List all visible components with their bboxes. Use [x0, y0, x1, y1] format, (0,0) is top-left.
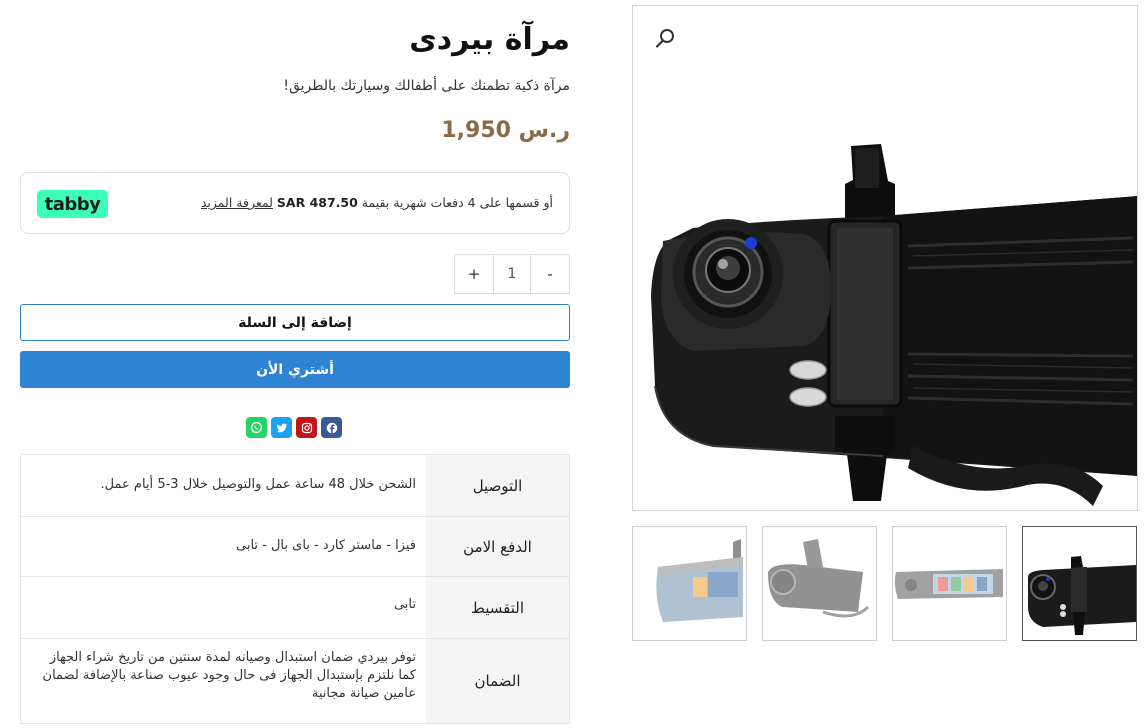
spec-value: تابى: [393, 597, 416, 612]
quantity-stepper: + 1 -: [454, 254, 570, 294]
instagram-share-button[interactable]: [296, 417, 317, 438]
thumbnail-1[interactable]: [632, 526, 747, 641]
main-product-image[interactable]: [632, 5, 1138, 511]
buy-now-button[interactable]: أشتري الأن: [20, 351, 570, 388]
spec-key: التقسيط: [426, 577, 569, 638]
spec-key: الضمان: [426, 639, 569, 723]
twitter-icon: [276, 423, 287, 432]
share-buttons: [246, 417, 342, 439]
quantity-increase-button[interactable]: +: [455, 255, 493, 293]
facebook-icon: [326, 422, 337, 433]
spec-row-installment: التقسيط تابى: [21, 577, 569, 639]
spec-row-warranty: الضمان توفر بيردي ضمان استبدال وصيانه لم…: [21, 639, 569, 723]
thumbnail-image: [894, 569, 1003, 599]
add-to-cart-button[interactable]: إضافة إلى السلة: [20, 304, 570, 341]
product-price: ر.س 1,950: [441, 118, 570, 143]
search-icon: [655, 29, 674, 48]
tabby-installment-box: tabby أو قسمها على 4 دفعات شهرية بقيمة S…: [20, 172, 570, 234]
thumbnail-image: [656, 539, 743, 622]
specs-table: التوصيل الشحن خلال 48 ساعة عمل والتوصيل …: [20, 454, 570, 724]
product-title: مرآة بيردى: [409, 22, 570, 57]
product-subtitle: مرآة ذكية تطمنك على أطفالك وسيارتك بالطر…: [283, 78, 570, 94]
thumbnail-image: [768, 539, 870, 618]
thumbnail-image: [1028, 556, 1136, 635]
tabby-learn-more-link[interactable]: لمعرفة المزيد: [201, 195, 273, 210]
twitter-share-button[interactable]: [271, 417, 292, 438]
tabby-amount: SAR 487.50: [276, 195, 358, 210]
facebook-share-button[interactable]: [321, 417, 342, 438]
thumbnail-strip: [632, 526, 1138, 642]
spec-key: الدفع الامن: [426, 517, 569, 576]
mirror-dashcam-image: [651, 144, 1137, 506]
whatsapp-share-button[interactable]: [246, 417, 267, 438]
zoom-button[interactable]: [653, 26, 677, 50]
spec-row-payment: الدفع الامن فيزا - ماستر كارد - باى بال …: [21, 517, 569, 577]
spec-value: فيزا - ماستر كارد - باى بال - تابى: [236, 538, 416, 553]
tabby-text: أو قسمها على 4 دفعات شهرية بقيمة SAR 487…: [201, 195, 553, 210]
tabby-logo: tabby: [37, 190, 108, 218]
thumbnail-4-selected[interactable]: [1022, 526, 1137, 641]
quantity-decrease-button[interactable]: -: [531, 255, 569, 293]
tabby-prefix: أو قسمها على 4 دفعات شهرية بقيمة: [357, 195, 553, 210]
spec-value: الشحن خلال 48 ساعة عمل والتوصيل خلال 3-5…: [100, 477, 416, 492]
spec-row-delivery: التوصيل الشحن خلال 48 ساعة عمل والتوصيل …: [21, 455, 569, 517]
quantity-input[interactable]: 1: [493, 255, 531, 293]
spec-key: التوصيل: [426, 455, 569, 516]
whatsapp-icon: [250, 421, 263, 434]
spec-value: توفر بيردي ضمان استبدال وصيانه لمدة سنتي…: [42, 650, 416, 701]
thumbnail-2[interactable]: [762, 526, 877, 641]
instagram-icon: [301, 422, 312, 433]
thumbnail-3[interactable]: [892, 526, 1007, 641]
